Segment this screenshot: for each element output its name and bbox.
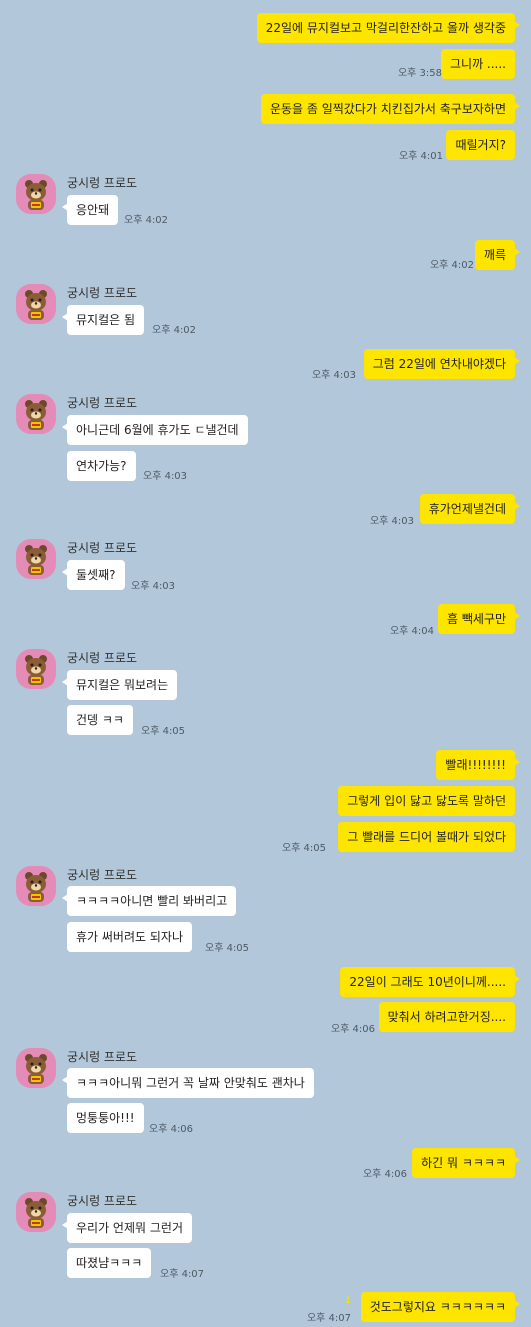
contact-name: 궁시렁 프로도 xyxy=(67,651,138,665)
my-message-bubble[interactable]: 빨래!!!!!!!! xyxy=(436,750,520,780)
my-message-bubble[interactable]: 그렇게 입이 닳고 닳도록 말하던 xyxy=(338,786,515,816)
other-message-bubble[interactable]: 따졌냠ㅋㅋㅋ xyxy=(67,1248,152,1278)
message-time: 오후 3:58 xyxy=(397,68,442,79)
my-message-bubble[interactable]: 그니까 ..... xyxy=(440,49,515,79)
message-time: 오후 4:05 xyxy=(205,943,250,954)
message-time: 오후 4:07 xyxy=(160,1269,205,1280)
unread-count: 1 xyxy=(345,1296,351,1306)
message-time: 오후 4:03 xyxy=(143,471,188,482)
frodo-icon xyxy=(25,290,47,320)
other-message-bubble[interactable]: 우리가 언제뭐 그런거 xyxy=(62,1213,192,1243)
contact-name: 궁시렁 프로도 xyxy=(67,541,138,555)
contact-name: 궁시렁 프로도 xyxy=(67,176,138,190)
other-message-bubble[interactable]: 뮤지컬은 뭐보려는 xyxy=(61,670,178,700)
my-message-bubble[interactable]: 맞춰서 하려고한거징.... xyxy=(378,1002,515,1032)
contact-name: 궁시렁 프로도 xyxy=(67,286,138,300)
other-message-bubble[interactable]: 휴가 써버려도 되자나 xyxy=(67,922,192,952)
message-time: 오후 4:07 xyxy=(306,1313,351,1324)
contact-name: 궁시렁 프로도 xyxy=(67,1050,138,1064)
message-time: 오후 4:06 xyxy=(330,1024,375,1035)
frodo-icon xyxy=(25,400,47,430)
contact-avatar[interactable] xyxy=(16,539,56,579)
contact-avatar[interactable] xyxy=(16,284,56,324)
contact-avatar[interactable] xyxy=(16,866,56,906)
frodo-icon xyxy=(25,872,47,902)
other-message-bubble[interactable]: 응안돼 xyxy=(61,195,119,225)
contact-name: 궁시렁 프로도 xyxy=(67,1194,138,1208)
my-message-bubble[interactable]: 때릴거지? xyxy=(446,130,515,160)
frodo-icon xyxy=(25,545,47,575)
message-time: 오후 4:03 xyxy=(369,516,414,527)
message-time: 오후 4:05 xyxy=(281,843,326,854)
other-message-bubble[interactable]: 둘셋째? xyxy=(62,560,125,590)
contact-avatar[interactable] xyxy=(16,174,56,214)
contact-name: 궁시렁 프로도 xyxy=(67,396,138,410)
my-message-bubble[interactable]: 하긴 뭐 ㅋㅋㅋㅋ xyxy=(412,1148,520,1178)
my-message-bubble[interactable]: 것도그렇지요 ㅋㅋㅋㅋㅋㅋ xyxy=(360,1292,521,1322)
other-message-bubble[interactable]: 연차가능? xyxy=(67,451,136,481)
contact-avatar[interactable] xyxy=(16,1192,56,1232)
message-time: 오후 4:02 xyxy=(152,325,197,336)
message-time: 오후 4:06 xyxy=(362,1169,407,1180)
my-message-bubble[interactable]: 22일이 그래도 10년이니께..... xyxy=(340,967,520,997)
other-message-bubble[interactable]: 뮤지컬은 됨 xyxy=(61,305,145,335)
my-message-bubble[interactable]: 그 빨래를 드디어 볼때가 되었다 xyxy=(338,822,515,852)
my-message-bubble[interactable]: 깨륵 xyxy=(474,240,521,270)
my-message-bubble[interactable]: 흠 빽세구만 xyxy=(437,604,521,634)
message-time: 오후 4:01 xyxy=(398,151,443,162)
other-message-bubble[interactable]: ㅋㅋㅋㅋ아니면 빨리 봐버리고 xyxy=(61,886,237,916)
message-time: 오후 4:02 xyxy=(429,260,474,271)
contact-avatar[interactable] xyxy=(16,649,56,689)
my-message-bubble[interactable]: 휴가언제낼건데 xyxy=(419,494,521,524)
message-time: 오후 4:02 xyxy=(124,215,169,226)
other-message-bubble[interactable]: 아니근데 6월에 휴가도 ㄷ낼건데 xyxy=(62,415,248,445)
frodo-icon xyxy=(25,180,47,210)
my-message-bubble[interactable]: 운동을 좀 일찍갔다가 치킨집가서 축구보자하면 xyxy=(260,94,521,124)
frodo-icon xyxy=(25,655,47,685)
message-time: 오후 4:04 xyxy=(389,626,434,637)
contact-name: 궁시렁 프로도 xyxy=(67,868,138,882)
my-message-bubble[interactable]: 22일에 뮤지컬보고 막걸리한잔하고 올까 생각중 xyxy=(256,13,521,43)
message-time: 오후 4:03 xyxy=(311,370,356,381)
my-message-bubble[interactable]: 그럼 22일에 연차내야겠다 xyxy=(363,349,521,379)
other-message-bubble[interactable]: 멍퉁퉁아!!! xyxy=(67,1103,144,1133)
contact-avatar[interactable] xyxy=(16,1048,56,1088)
other-message-bubble[interactable]: ㅋㅋㅋ아니뭐 그런거 꼭 날짜 안맞춰도 괜차나 xyxy=(62,1068,314,1098)
message-time: 오후 4:05 xyxy=(141,726,186,737)
frodo-icon xyxy=(25,1198,47,1228)
other-message-bubble[interactable]: 건뎅 ㅋㅋ xyxy=(67,705,133,735)
message-time: 오후 4:06 xyxy=(149,1124,194,1135)
message-time: 오후 4:03 xyxy=(131,581,176,592)
contact-avatar[interactable] xyxy=(16,394,56,434)
frodo-icon xyxy=(25,1054,47,1084)
